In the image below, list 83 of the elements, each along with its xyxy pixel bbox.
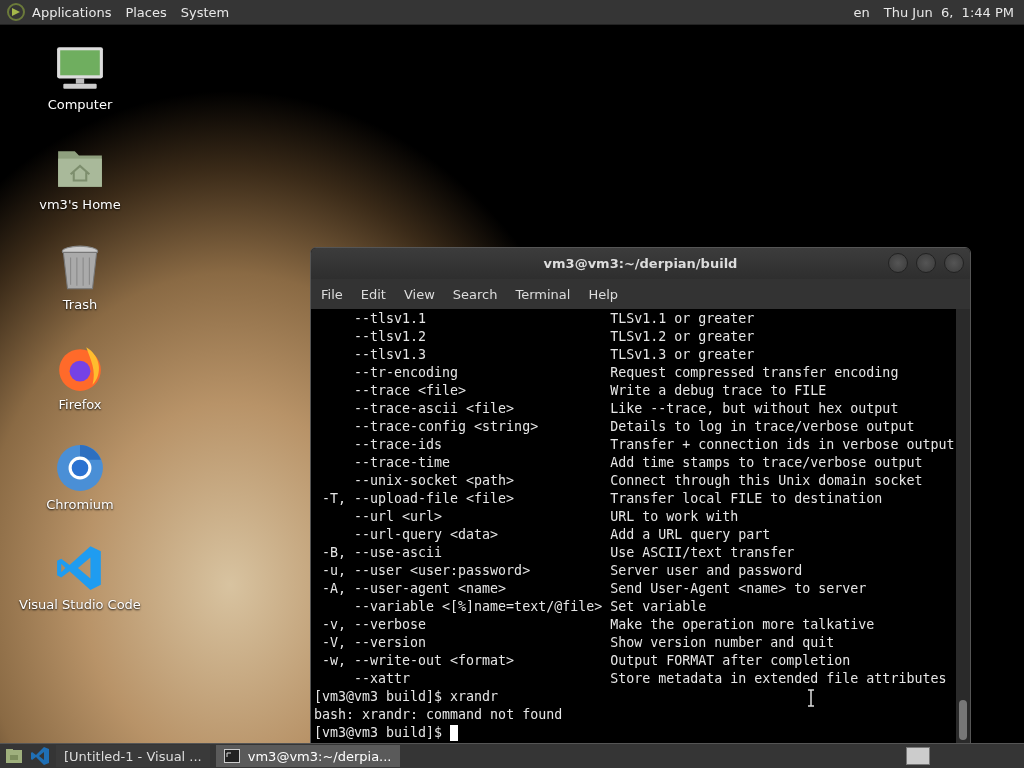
option-description: Add time stamps to trace/verbose output [610,454,924,472]
option-description: TLSv1.1 or greater [610,310,756,328]
option-name: --trace-ascii <file> [354,400,516,418]
menu-item[interactable]: Search [452,286,498,302]
option-description: Output FORMAT after completion [610,652,852,670]
option-name: --xattr [354,670,412,688]
option-description: URL to work with [610,508,740,526]
option-description: TLSv1.2 or greater [610,328,756,346]
option-name: --user <user:password> [354,562,532,580]
option-name: --trace-config <string> [354,418,540,436]
option-name: --variable <[%]name=text/@file> [354,598,604,616]
menu-item[interactable]: Help [588,286,619,302]
menu-item[interactable]: Edit [360,286,386,302]
option-description: Store metadata in extended file attributes [610,670,948,688]
option-name: --verbose [354,616,428,634]
panel-menu[interactable]: System [180,4,230,20]
option-name: --unix-socket <path> [354,472,516,490]
option-name: --write-out <format> [354,652,516,670]
option-name: --url <url> [354,508,444,526]
option-description: Send User-Agent <name> to server [610,580,868,598]
option-name: --trace-time [354,454,452,472]
command-output: bash: xrandr: command not found [314,706,563,724]
panel-menu[interactable]: Applications [32,4,112,20]
clock[interactable]: Thu Jun 6, 1:44 PM [883,4,1014,20]
option-description: Use ASCII/text transfer [610,544,796,562]
option-description: Set variable [610,598,708,616]
desktop-icon-label[interactable]: Computer [47,97,113,112]
code-editor-icon[interactable] [30,746,50,766]
option-name: --url-query <data> [354,526,500,544]
menu-item[interactable]: View [403,286,435,302]
chromium-icon[interactable] [55,443,105,493]
short-option: -V, [322,634,354,652]
option-description: Details to log in trace/verbose output [610,418,916,436]
option-name: --version [354,634,428,652]
panel-menu[interactable]: Places [125,4,167,20]
option-description: Transfer local FILE to destination [610,490,884,508]
option-description: Add a URL query part [610,526,772,544]
option-description: Connect through this Unix domain socket [610,472,924,490]
menu-item[interactable]: Terminal [515,286,571,302]
option-name: --tr-encoding [354,364,460,382]
option-description: Make the operation more talkative [610,616,876,634]
desktop-icon-label[interactable]: vm3's Home [39,197,121,212]
option-name: --tlsv1.2 [354,328,428,346]
option-description: Transfer + connection ids in verbose output [610,436,956,454]
window-title: vm3@vm3:~/derpian/build [543,256,738,271]
option-name: --use-ascii [354,544,444,562]
text-cursor [450,725,459,741]
scrollbar[interactable] [956,309,970,743]
short-option: -v, [322,616,354,634]
desktop-icon-label[interactable]: Trash [62,297,98,312]
ibeam-cursor-icon [807,689,815,707]
maximize-button[interactable] [916,253,936,273]
short-option: -u, [322,562,354,580]
taskbar-window-button[interactable]: vm3@vm3:~/derpia... [215,745,400,767]
workspace-switcher[interactable] [906,747,930,765]
desktop-icon-label[interactable]: Firefox [58,397,102,412]
short-option: -w, [322,652,354,670]
short-option: -B, [322,544,354,562]
close-button[interactable] [944,253,964,273]
keyboard-layout-indicator[interactable]: en [853,4,870,20]
option-name: --tlsv1.3 [354,346,428,364]
option-description: TLSv1.3 or greater [610,346,756,364]
option-name: --upload-file <file> [354,490,516,508]
short-option: -T, [322,490,354,508]
option-name: --trace-ids [354,436,444,454]
distro-logo-icon[interactable] [6,2,26,22]
minimize-button[interactable] [888,253,908,273]
shell-command: xrandr [450,688,499,706]
option-name: --user-agent <name> [354,580,508,598]
menu-item[interactable]: File [321,286,343,302]
option-description: Write a debug trace to FILE [610,382,828,400]
option-description: Like --trace, but without hex output [610,400,900,418]
shell-prompt: [vm3@vm3 build]$ [314,724,443,742]
option-description: Request compressed transfer encoding [610,364,900,382]
taskbar-window-button[interactable]: [Untitled-1 - Visual ... [56,745,210,767]
short-option: -A, [322,580,354,598]
option-name: --tlsv1.1 [354,310,428,328]
option-description: Show version number and quit [610,634,836,652]
shell-prompt: [vm3@vm3 build]$ [314,688,443,706]
option-description: Server user and password [610,562,804,580]
option-name: --trace <file> [354,382,468,400]
terminal-icon [223,749,240,763]
show-desktop-icon[interactable] [4,746,24,766]
